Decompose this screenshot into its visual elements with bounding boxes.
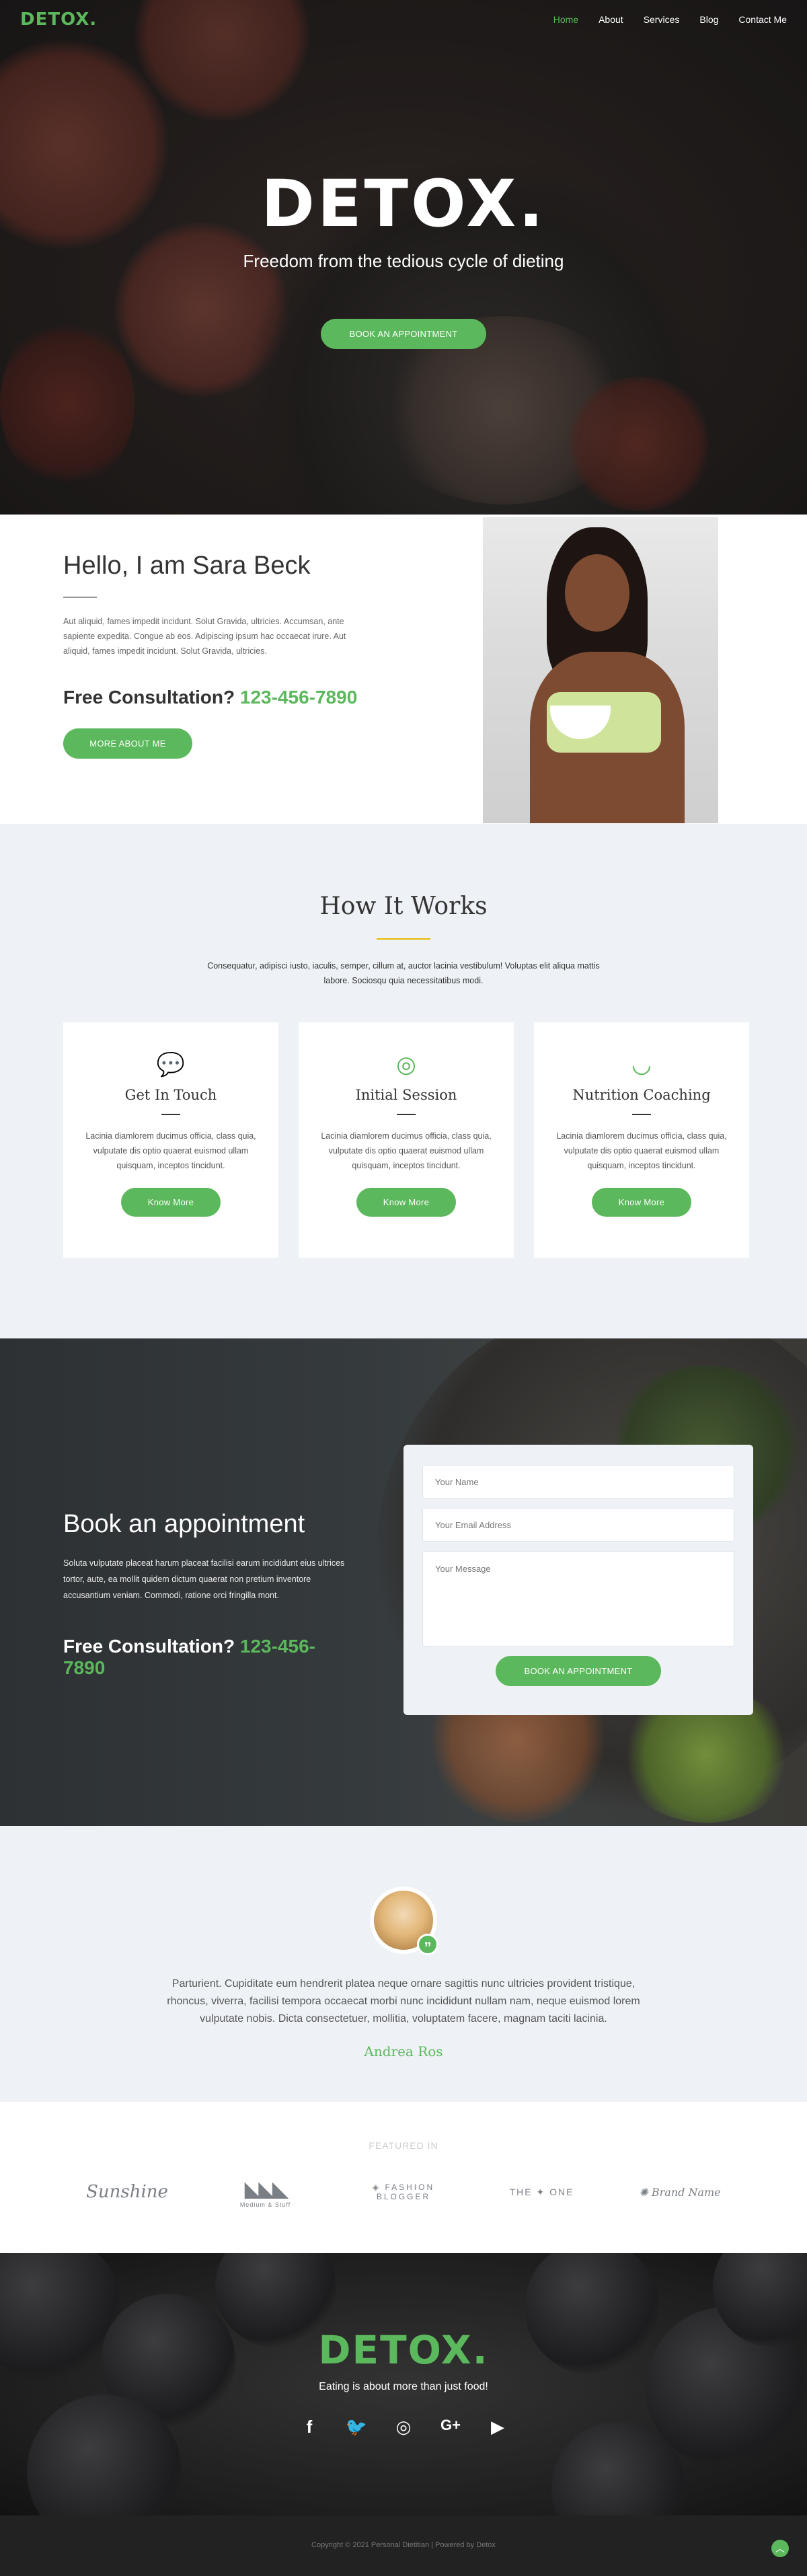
google-plus-icon[interactable]: G+ [439, 2417, 462, 2437]
footer-tagline: Eating is about more than just food! [319, 2381, 488, 2392]
appointment-form: Your Name Your Email Address Your Messag… [404, 1445, 753, 1715]
step-card-initial-session: ◎ Initial Session Lacinia diamlorem duci… [299, 1022, 514, 1258]
booking-text: Soluta vulputate placeat harum placeat f… [63, 1558, 345, 1600]
about-content: Hello, I am Sara Beck Aut aliquid, fames… [63, 552, 366, 759]
quote-icon: ” [417, 1934, 438, 1956]
featured-logos: Sunshine ◣◣◣ Medium & Stuff ◈ FASHION BLO… [63, 2176, 744, 2208]
testimonial-quote: Parturient. Cupiditate eum hendrerit pla… [167, 1978, 640, 2024]
consultation-label: Free Consultation? [63, 1636, 235, 1657]
booking-title: Book an appointment [63, 1510, 305, 1538]
card-text: Lacinia diamlorem ducimus officia, class… [556, 1131, 727, 1170]
main-nav: DETOX. Home About Services Blog Contact … [0, 0, 807, 39]
hero-section: DETOX. Home About Services Blog Contact … [0, 0, 807, 515]
photo-face [565, 554, 629, 632]
hero-tagline: Freedom from the tedious cycle of dietin… [243, 251, 564, 271]
step-card-get-in-touch: 💬 Get In Touch Lacinia diamlorem ducimus… [63, 1022, 278, 1258]
scroll-to-top-icon[interactable]: ︿ [771, 2540, 789, 2557]
consultation-line: Free Consultation? 123-456-7890 [63, 687, 366, 708]
name-field[interactable]: Your Name [422, 1465, 734, 1499]
medium-logo[interactable]: ◣◣◣ Medium & Stuff [202, 2176, 330, 2208]
the-one-logo[interactable]: THE ✦ ONE [478, 2187, 606, 2198]
chat-icon: 💬 [156, 1052, 186, 1077]
hero-logo: DETOX. [261, 166, 546, 241]
steps-cards: 💬 Get In Touch Lacinia diamlorem ducimus… [63, 1022, 749, 1258]
sunshine-logo[interactable]: Sunshine [63, 2182, 191, 2202]
know-more-button[interactable]: Know More [592, 1188, 691, 1217]
step-card-nutrition-coaching: ◡ Nutrition Coaching Lacinia diamlorem d… [534, 1022, 749, 1258]
nav-links: Home About Services Blog Contact Me [553, 14, 787, 25]
card-title: Initial Session [355, 1087, 457, 1103]
card-divider [632, 1114, 651, 1115]
sara-beck-photo [483, 517, 718, 823]
more-about-me-button[interactable]: MORE ABOUT ME [63, 728, 192, 759]
nav-link-blog[interactable]: Blog [699, 14, 718, 25]
consultation-line: Free Consultation? 123-456-7890 [63, 1636, 352, 1679]
booking-section: Book an appointment Soluta vulputate pla… [0, 1338, 807, 1826]
facebook-icon[interactable]: f [298, 2417, 321, 2437]
globe-icon: ◎ [396, 1052, 416, 1077]
featured-section: FEATURED IN Sunshine ◣◣◣ Medium & Stuff … [0, 2102, 807, 2253]
know-more-button[interactable]: Know More [121, 1188, 221, 1217]
about-section: Hello, I am Sara Beck Aut aliquid, fames… [0, 515, 807, 824]
booking-content: Book an appointment Soluta vulputate pla… [63, 1510, 352, 1679]
consultation-label: Free Consultation? [63, 687, 235, 708]
card-divider [397, 1114, 416, 1115]
bowl-icon: ◡ [631, 1052, 652, 1077]
card-title: Nutrition Coaching [572, 1087, 711, 1103]
know-more-button[interactable]: Know More [356, 1188, 456, 1217]
section-title: How It Works [319, 893, 488, 920]
phone-number[interactable]: 123-456-7890 [240, 687, 357, 708]
email-field[interactable]: Your Email Address [422, 1508, 734, 1542]
testimonial-author: Andrea Ros [364, 2043, 443, 2059]
testimonial-section: ” Parturient. Cupiditate eum hendrerit p… [0, 1826, 807, 2102]
card-divider [161, 1114, 180, 1115]
submit-appointment-button[interactable]: BOOK AN APPOINTMENT [496, 1656, 661, 1686]
divider [63, 597, 97, 598]
nav-link-about[interactable]: About [599, 14, 623, 25]
footer-logo[interactable]: DETOX. [0, 2327, 807, 2373]
nav-link-home[interactable]: Home [553, 14, 578, 25]
youtube-icon[interactable]: ▶ [486, 2417, 509, 2437]
copyright-text: Copyright © 2021 Personal Dietitian | Po… [311, 2541, 496, 2549]
social-links: f 🐦 ◎ G+ ▶ [0, 2417, 807, 2437]
footer: DETOX. Eating is about more than just fo… [0, 2253, 807, 2515]
nav-link-services[interactable]: Services [644, 14, 680, 25]
card-text: Lacinia diamlorem ducimus officia, class… [321, 1131, 492, 1170]
message-field[interactable]: Your Message [422, 1551, 734, 1646]
brand-name-logo[interactable]: ✺ Brand Name [616, 2186, 744, 2199]
section-intro: Consequatur, adipisci iusto, iaculis, se… [207, 961, 600, 985]
nav-link-contact[interactable]: Contact Me [738, 14, 787, 25]
copyright-bar: Copyright © 2021 Personal Dietitian | Po… [0, 2515, 807, 2576]
card-title: Get In Touch [124, 1087, 217, 1103]
hero-content: DETOX. Freedom from the tedious cycle of… [0, 172, 807, 349]
how-it-works-section: How It Works Consequatur, adipisci iusto… [0, 824, 807, 1338]
twitter-icon[interactable]: 🐦 [345, 2417, 368, 2437]
book-appointment-button[interactable]: BOOK AN APPOINTMENT [321, 319, 486, 349]
featured-label: FEATURED IN [369, 2140, 438, 2151]
about-text: Aut aliquid, fames impedit incidunt. Sol… [63, 617, 346, 656]
fashion-blogger-logo[interactable]: ◈ FASHION BLOGGER [340, 2183, 467, 2201]
about-title: Hello, I am Sara Beck [63, 552, 311, 580]
title-divider [377, 938, 430, 940]
instagram-icon[interactable]: ◎ [392, 2417, 415, 2437]
site-logo[interactable]: DETOX. [20, 9, 97, 30]
card-text: Lacinia diamlorem ducimus officia, class… [85, 1131, 256, 1170]
